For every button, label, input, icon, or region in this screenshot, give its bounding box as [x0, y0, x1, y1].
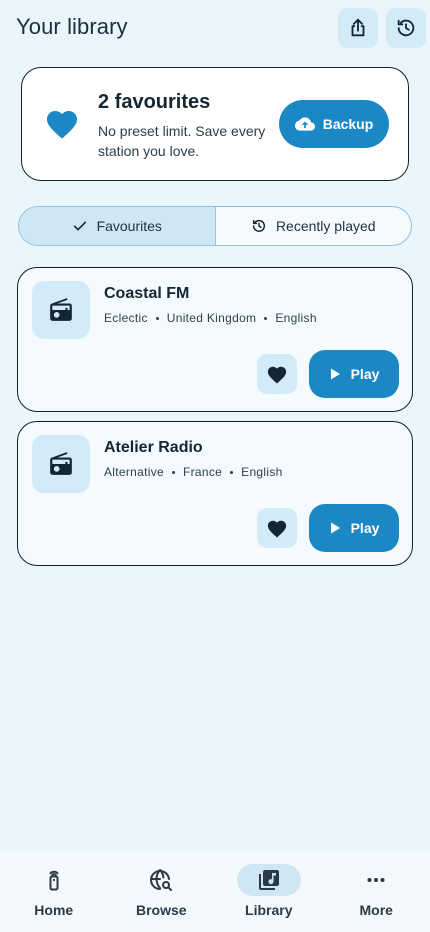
bottom-navigation: Home Browse Library More: [0, 852, 430, 932]
nav-label-home: Home: [34, 902, 74, 918]
share-button[interactable]: [338, 8, 378, 48]
station-card[interactable]: Atelier Radio Alternative France English…: [17, 421, 413, 566]
nav-icon-container: [236, 864, 301, 896]
nav-label-more: More: [359, 902, 393, 918]
library-tabs: Favourites Recently played: [18, 206, 412, 246]
separator-dot: [155, 316, 159, 320]
nav-label-browse: Browse: [135, 902, 187, 918]
tab-favourites[interactable]: Favourites: [19, 207, 216, 245]
restore-button[interactable]: [386, 8, 426, 48]
history-icon: [252, 219, 265, 232]
separator-dot: [264, 316, 268, 320]
cloud-upload-icon: [294, 117, 315, 131]
station-meta: Eclectic United Kingdom English: [104, 311, 317, 325]
station-name: Atelier Radio: [104, 439, 203, 456]
nav-item-home[interactable]: Home: [0, 852, 108, 932]
heart-icon: [47, 111, 77, 139]
tab-recently-played-label: Recently played: [275, 218, 376, 234]
share-icon: [351, 18, 365, 37]
library-music-icon: [258, 870, 279, 890]
favourites-count: 2 favourites: [98, 91, 211, 113]
play-label: Play: [350, 366, 380, 382]
tab-favourites-label: Favourites: [96, 218, 162, 234]
top-app-bar: Your library: [0, 0, 430, 60]
heart-icon: [267, 520, 287, 538]
radio-icon: [50, 452, 72, 475]
nav-item-browse[interactable]: Browse: [108, 852, 216, 932]
check-icon: [73, 221, 86, 231]
backup-button[interactable]: Backup: [279, 100, 389, 148]
favourite-toggle[interactable]: [257, 354, 297, 394]
nav-label-library: Library: [245, 902, 293, 918]
station-name: Coastal FM: [104, 285, 190, 302]
nav-icon-container: [22, 864, 86, 896]
separator-dot: [230, 470, 234, 474]
browse-globe-icon: [150, 869, 173, 891]
play-button[interactable]: Play: [309, 504, 399, 552]
nav-item-library[interactable]: Library: [215, 852, 323, 932]
nav-icon-container: [344, 864, 408, 896]
station-country: United Kingdom: [166, 311, 257, 325]
favourites-description: No preset limit. Save every station you …: [98, 123, 266, 159]
station-language: English: [241, 465, 283, 479]
play-icon: [330, 522, 340, 534]
restore-history-icon: [397, 19, 415, 37]
favourites-summary-card: 2 favourites No preset limit. Save every…: [21, 67, 409, 181]
heart-icon: [267, 366, 287, 384]
station-genre: Eclectic: [104, 311, 148, 325]
remote-icon: [49, 870, 59, 891]
station-artwork: [32, 281, 90, 339]
station-language: English: [275, 311, 317, 325]
tab-recently-played[interactable]: Recently played: [216, 207, 412, 245]
station-meta: Alternative France English: [104, 465, 283, 479]
separator-dot: [172, 470, 175, 474]
backup-label: Backup: [322, 116, 374, 132]
more-dots-icon: [367, 878, 385, 882]
page-title: Your library: [16, 14, 128, 39]
play-button[interactable]: Play: [309, 350, 399, 398]
station-genre: Alternative: [104, 465, 164, 479]
nav-icon-container: [129, 864, 193, 896]
library-screen: Your library 2 favourites No preset limi…: [0, 0, 430, 932]
station-artwork: [32, 435, 90, 493]
radio-icon: [50, 298, 72, 321]
station-card[interactable]: Coastal FM Eclectic United Kingdom Engli…: [17, 267, 413, 412]
play-icon: [330, 368, 340, 380]
favourite-toggle[interactable]: [257, 508, 297, 548]
play-label: Play: [350, 520, 380, 536]
station-country: France: [183, 465, 223, 479]
nav-item-more[interactable]: More: [323, 852, 430, 932]
